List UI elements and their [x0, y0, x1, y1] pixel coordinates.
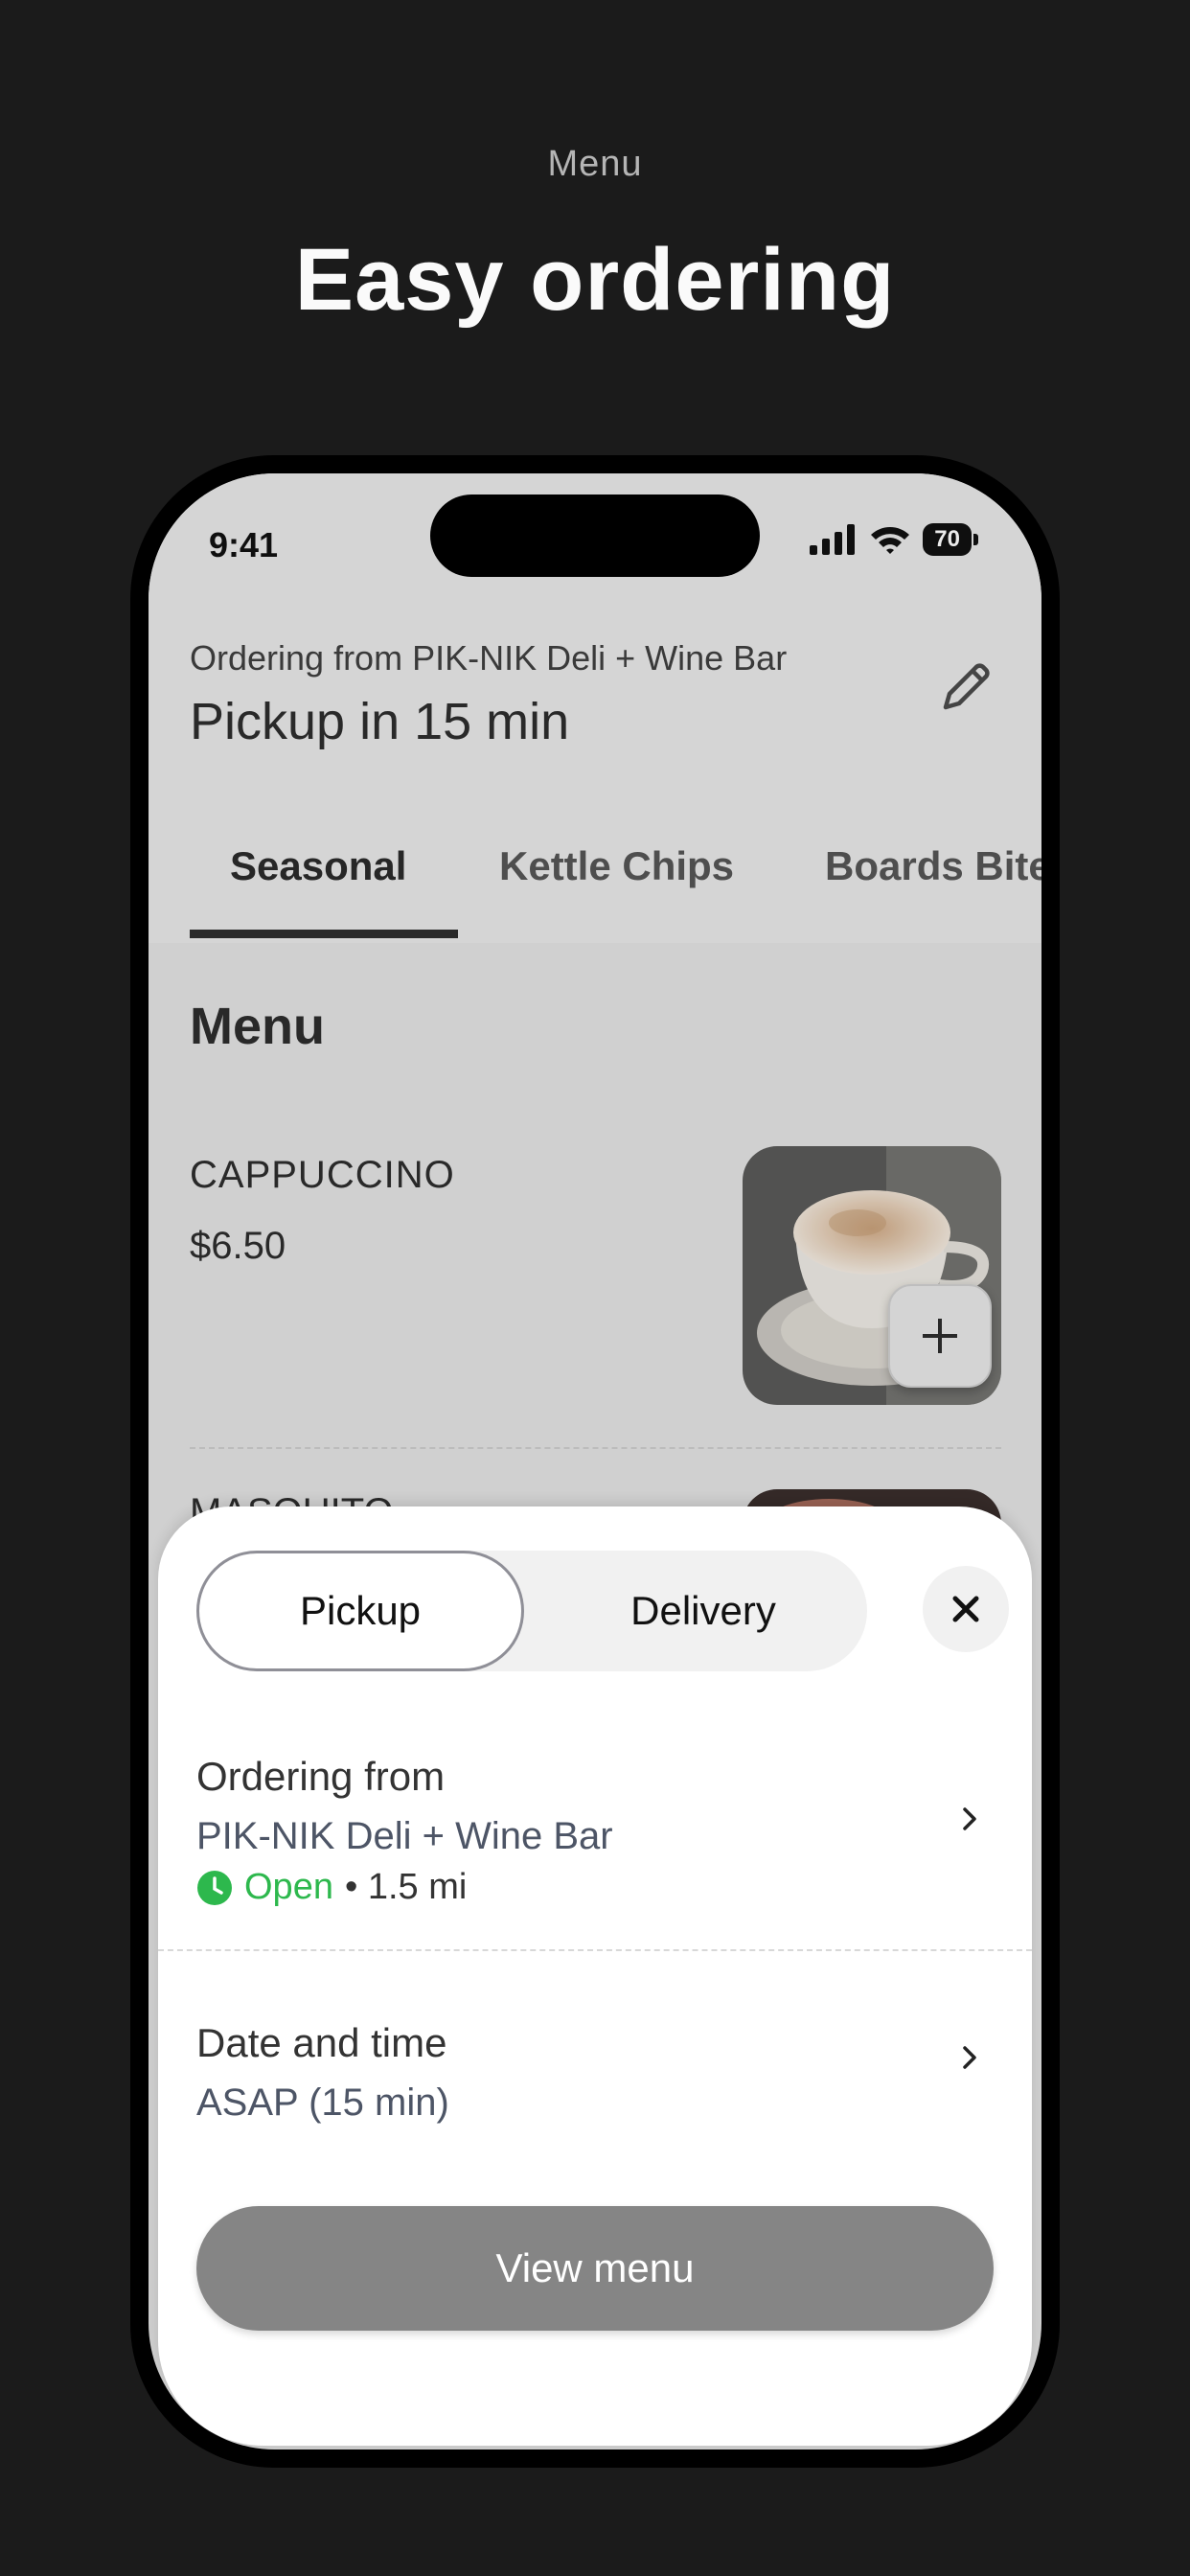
promo-headline: Easy ordering [294, 231, 896, 329]
pickup-option[interactable]: Pickup [196, 1551, 524, 1671]
store-name[interactable]: PIK-NIK Deli + Wine Bar [196, 1815, 613, 1858]
delivery-option[interactable]: Delivery [539, 1551, 867, 1671]
close-icon [952, 1596, 979, 1622]
open-status: Open [244, 1867, 333, 1907]
chevron-right-icon[interactable] [955, 2043, 984, 2072]
order-options-sheet: Pickup Delivery Ordering from PIK-NIK De… [158, 1506, 1032, 2446]
view-menu-button[interactable]: View menu [196, 2206, 994, 2331]
promo-eyebrow: Menu [547, 144, 643, 184]
clock-icon [197, 1870, 232, 1905]
sheet-divider [158, 1949, 1032, 1951]
ordering-from-label: Ordering from [196, 1754, 446, 1799]
date-time-label: Date and time [196, 2020, 447, 2065]
fulfillment-toggle: Pickup Delivery [196, 1551, 867, 1671]
chevron-right-icon[interactable] [955, 1805, 984, 1833]
date-time-value[interactable]: ASAP (15 min) [196, 2082, 449, 2125]
close-button[interactable] [923, 1566, 1009, 1652]
store-distance: • 1.5 mi [344, 1867, 468, 1907]
store-status: Open • 1.5 mi [196, 1867, 467, 1908]
phone-screen: 9:41 70 Ordering from PIK-NIK Deli + Win… [149, 473, 1041, 2450]
